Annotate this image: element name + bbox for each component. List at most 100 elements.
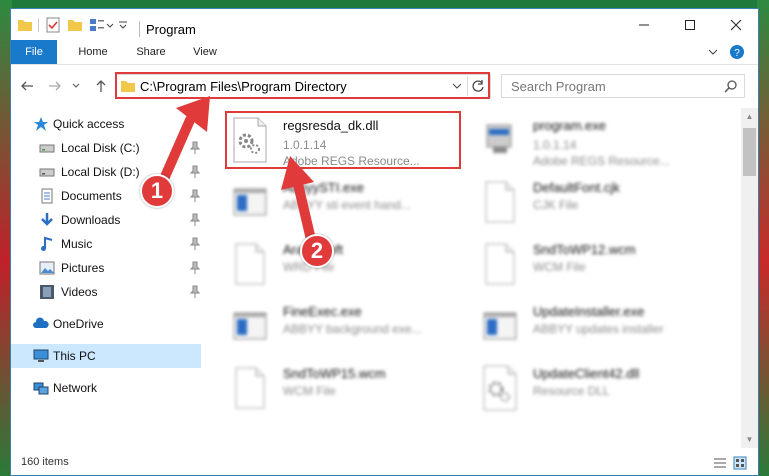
- close-button[interactable]: [713, 9, 758, 40]
- window-title: Program: [146, 22, 196, 37]
- search-placeholder: Search Program: [511, 79, 606, 94]
- file-item-program-exe[interactable]: program.exe 1.0.1.14 Adobe REGS Resource…: [475, 112, 715, 170]
- maximize-button[interactable]: [667, 9, 713, 40]
- minimize-button[interactable]: [621, 9, 667, 40]
- file-item-defaultfont-cjk[interactable]: DefaultFont.cjk CJK File: [475, 174, 715, 232]
- forward-button[interactable]: [45, 76, 65, 96]
- up-arrow-icon: [96, 80, 106, 92]
- music-icon: [41, 236, 53, 251]
- file-description: CJK File: [533, 198, 579, 212]
- chevron-down-icon: [72, 83, 80, 88]
- network-icon: [33, 382, 49, 395]
- file-name: DefaultFont.cjk: [533, 180, 620, 195]
- scroll-up-arrow-icon[interactable]: ▲: [741, 108, 758, 125]
- help-icon[interactable]: ?: [729, 44, 745, 60]
- title-separator: [139, 21, 140, 37]
- back-arrow-icon: [21, 81, 33, 91]
- pin-icon[interactable]: [189, 237, 201, 251]
- step-badge-1: 1: [140, 174, 174, 208]
- up-button[interactable]: [91, 76, 111, 96]
- back-button[interactable]: [17, 76, 37, 96]
- sidebar-item-pictures[interactable]: Pictures: [11, 256, 201, 280]
- explorer-window: Program File Home Share View ? C:\Progra…: [10, 8, 759, 476]
- file-item-updateclient42-dll[interactable]: UpdateClient42.dll Resource DLL: [475, 360, 715, 418]
- details-view-icon[interactable]: [713, 456, 727, 470]
- pin-icon[interactable]: [189, 213, 201, 227]
- pin-icon[interactable]: [189, 261, 201, 275]
- dll-gear-icon: [483, 365, 517, 411]
- file-list: regsresda_dk.dll 1.0.1.14 Adobe REGS Res…: [217, 108, 733, 448]
- tab-home[interactable]: Home: [67, 40, 119, 64]
- file-name: UpdateInstaller.exe: [533, 304, 645, 319]
- tab-file[interactable]: File: [11, 40, 57, 64]
- file-name: SndToWP12.wcm: [533, 242, 636, 257]
- file-item-sndtowp15-wcm[interactable]: SndToWP15.wcm WCM File: [225, 360, 465, 418]
- file-name: AbbyySTI.exe: [283, 180, 364, 195]
- sidebar-item-downloads[interactable]: Downloads: [11, 208, 201, 232]
- search-box[interactable]: Search Program: [501, 74, 745, 98]
- large-icons-view-icon[interactable]: [733, 456, 747, 470]
- documents-icon: [41, 188, 53, 204]
- new-folder-icon[interactable]: [67, 17, 83, 33]
- customize-chevron-icon[interactable]: [105, 17, 115, 33]
- star-icon: [34, 117, 48, 131]
- view-options-icon[interactable]: [89, 17, 105, 33]
- navigation-pane: Quick access Local Disk (C:) Local Disk …: [11, 108, 207, 448]
- file-description: ABBYY sti event hand...: [283, 198, 411, 212]
- file-name: UpdateClient42.dll: [533, 366, 640, 381]
- file-version: 1.0.1.14: [533, 138, 577, 152]
- sidebar-item-quick-access[interactable]: Quick access: [11, 112, 201, 136]
- sidebar-item-label: Quick access: [53, 117, 125, 131]
- ribbon-tabs: File Home Share View ?: [11, 40, 758, 65]
- sidebar-item-label: Documents: [61, 189, 122, 203]
- vertical-scrollbar[interactable]: ▲ ▼: [741, 108, 758, 448]
- pin-icon[interactable]: [189, 285, 201, 299]
- blank-file-icon: [485, 181, 515, 223]
- window-app-icon: [483, 312, 517, 340]
- tab-view[interactable]: View: [183, 40, 227, 64]
- file-name: SndToWP15.wcm: [283, 366, 386, 381]
- sidebar-item-local-disk-d[interactable]: Local Disk (D:): [11, 160, 201, 184]
- file-description: Resource DLL: [533, 384, 610, 398]
- computer-icon: [33, 349, 49, 362]
- sidebar-item-local-disk-c[interactable]: Local Disk (C:): [11, 136, 201, 160]
- tab-share[interactable]: Share: [126, 40, 176, 64]
- videos-icon: [40, 285, 54, 299]
- blank-file-icon: [235, 367, 265, 409]
- search-icon: [724, 80, 737, 93]
- download-icon: [41, 213, 53, 226]
- file-description: ABBYY updates installer: [533, 322, 664, 336]
- pin-icon[interactable]: [189, 165, 201, 179]
- sidebar-item-music[interactable]: Music: [11, 232, 201, 256]
- pin-icon[interactable]: [189, 189, 201, 203]
- file-item-abbyysti-exe[interactable]: AbbyySTI.exe ABBYY sti event hand...: [225, 174, 465, 232]
- sidebar-item-label: Music: [61, 237, 93, 251]
- file-description: Adobe REGS Resource...: [533, 154, 670, 168]
- scroll-down-arrow-icon[interactable]: ▼: [741, 431, 758, 448]
- pictures-icon: [39, 261, 55, 275]
- file-item-fineexec-exe[interactable]: FineExec.exe ABBYY background exe...: [225, 298, 465, 356]
- sidebar-item-this-pc[interactable]: This PC: [11, 344, 201, 368]
- minimize-icon: [639, 24, 649, 25]
- recent-locations-button[interactable]: [69, 76, 83, 96]
- ribbon-expand-chevron-icon[interactable]: [707, 44, 719, 60]
- highlight-box-dll-file: [225, 111, 461, 169]
- folder-icon: [18, 20, 32, 31]
- sidebar-item-network[interactable]: Network: [11, 376, 201, 400]
- file-item-sndtowp12-wcm[interactable]: SndToWP12.wcm WCM File: [475, 236, 715, 294]
- file-item-arabicsoft[interactable]: ArabicSoft WRD File: [225, 236, 465, 294]
- properties-icon[interactable]: [45, 17, 61, 33]
- step-badge-2: 2: [300, 234, 334, 268]
- scroll-thumb[interactable]: [743, 128, 756, 176]
- sidebar-item-videos[interactable]: Videos: [11, 280, 201, 304]
- sidebar-item-label: Network: [53, 381, 98, 395]
- pin-icon[interactable]: [189, 141, 201, 155]
- cloud-icon: [33, 317, 49, 328]
- sidebar-item-label: Local Disk (D:): [61, 165, 140, 179]
- sidebar-item-onedrive[interactable]: OneDrive: [11, 312, 201, 336]
- drive-icon: [39, 168, 55, 177]
- sidebar-item-label: This PC: [53, 349, 96, 363]
- file-item-updateinstaller-exe[interactable]: UpdateInstaller.exe ABBYY updates instal…: [475, 298, 715, 356]
- qat-dropdown-icon[interactable]: [117, 17, 129, 33]
- sidebar-item-label: Videos: [61, 285, 98, 299]
